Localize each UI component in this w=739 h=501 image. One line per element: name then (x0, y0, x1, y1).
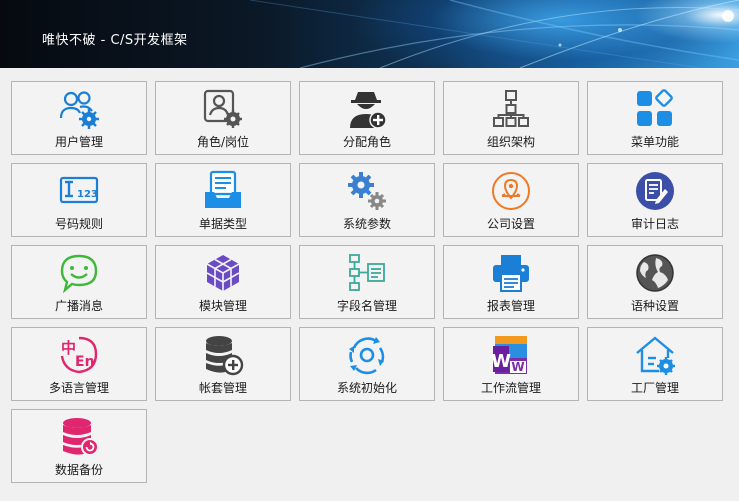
tile-label: 组织架构 (486, 135, 535, 149)
tile-label: 号码规则 (54, 217, 103, 231)
tile-menu-function[interactable]: 菜单功能 (587, 81, 723, 155)
header-banner: 唯快不破 - C/S开发框架 (0, 0, 739, 68)
svg-text:中: 中 (61, 339, 76, 357)
cube-module-icon (202, 252, 244, 294)
tile-label: 系统参数 (342, 217, 391, 231)
org-chart-icon (490, 88, 532, 130)
tile-number-rule[interactable]: 123 号码规则 (11, 163, 147, 237)
tile-role-position[interactable]: 角色/岗位 (155, 81, 291, 155)
document-tray-icon (202, 170, 244, 212)
tile-user-management[interactable]: 用户管理 (11, 81, 147, 155)
factory-home-icon (634, 334, 676, 376)
database-backup-icon (58, 416, 100, 458)
number-rule-icon: 123 (58, 170, 100, 212)
tile-system-parameters[interactable]: 系统参数 (299, 163, 435, 237)
tile-document-type[interactable]: 单据类型 (155, 163, 291, 237)
tile-label: 单据类型 (198, 217, 247, 231)
tile-label: 工作流管理 (480, 381, 541, 395)
workflow-w-icon: W W (490, 334, 532, 376)
tile-company-settings[interactable]: 公司设置 (443, 163, 579, 237)
svg-text:En: En (75, 354, 95, 370)
tile-label: 角色/岗位 (196, 135, 250, 149)
tile-label: 公司设置 (486, 217, 535, 231)
users-gear-icon (58, 88, 100, 130)
tile-org-structure[interactable]: 组织架构 (443, 81, 579, 155)
field-tree-icon (346, 252, 388, 294)
tile-module-management[interactable]: 模块管理 (155, 245, 291, 319)
gears-icon (346, 170, 388, 212)
tile-audit-log[interactable]: 审计日志 (587, 163, 723, 237)
tile-label: 用户管理 (54, 135, 103, 149)
printer-icon (490, 252, 532, 294)
tile-label: 多语言管理 (48, 381, 109, 395)
tile-label: 工厂管理 (630, 381, 679, 395)
tile-multilanguage-management[interactable]: 中 En 多语言管理 (11, 327, 147, 401)
tile-report-management[interactable]: 报表管理 (443, 245, 579, 319)
tile-label: 分配角色 (342, 135, 391, 149)
tile-account-set-management[interactable]: 帐套管理 (155, 327, 291, 401)
tile-broadcast-message[interactable]: 广播消息 (11, 245, 147, 319)
tile-label: 帐套管理 (198, 381, 247, 395)
tile-label: 语种设置 (630, 299, 679, 313)
chinese-english-icon: 中 En (58, 334, 100, 376)
tile-assign-role[interactable]: 分配角色 (299, 81, 435, 155)
refresh-cycle-icon (346, 334, 388, 376)
globe-icon (634, 252, 676, 294)
database-add-icon (202, 334, 244, 376)
tile-label: 报表管理 (486, 299, 535, 313)
tile-label: 模块管理 (198, 299, 247, 313)
tile-label: 数据备份 (54, 463, 103, 477)
tile-label: 字段名管理 (336, 299, 397, 313)
tile-system-initialization[interactable]: 系统初始化 (299, 327, 435, 401)
location-pin-icon (490, 170, 532, 212)
tile-language-settings[interactable]: 语种设置 (587, 245, 723, 319)
audit-log-icon (634, 170, 676, 212)
svg-text:W: W (491, 351, 511, 372)
tile-factory-management[interactable]: 工厂管理 (587, 327, 723, 401)
app-title: 唯快不破 - C/S开发框架 (42, 33, 188, 48)
assign-role-icon (346, 88, 388, 130)
role-card-icon (202, 88, 244, 130)
menu-blocks-icon (634, 88, 676, 130)
chat-bubble-icon (58, 252, 100, 294)
tile-label: 系统初始化 (336, 381, 397, 395)
tile-label: 广播消息 (54, 299, 103, 313)
tile-data-backup[interactable]: 数据备份 (11, 409, 147, 483)
tile-workflow-management[interactable]: W W 工作流管理 (443, 327, 579, 401)
svg-text:123: 123 (77, 189, 98, 200)
tile-label: 审计日志 (630, 217, 679, 231)
svg-text:W: W (511, 360, 524, 374)
tile-field-name-management[interactable]: 字段名管理 (299, 245, 435, 319)
tile-label: 菜单功能 (630, 135, 679, 149)
